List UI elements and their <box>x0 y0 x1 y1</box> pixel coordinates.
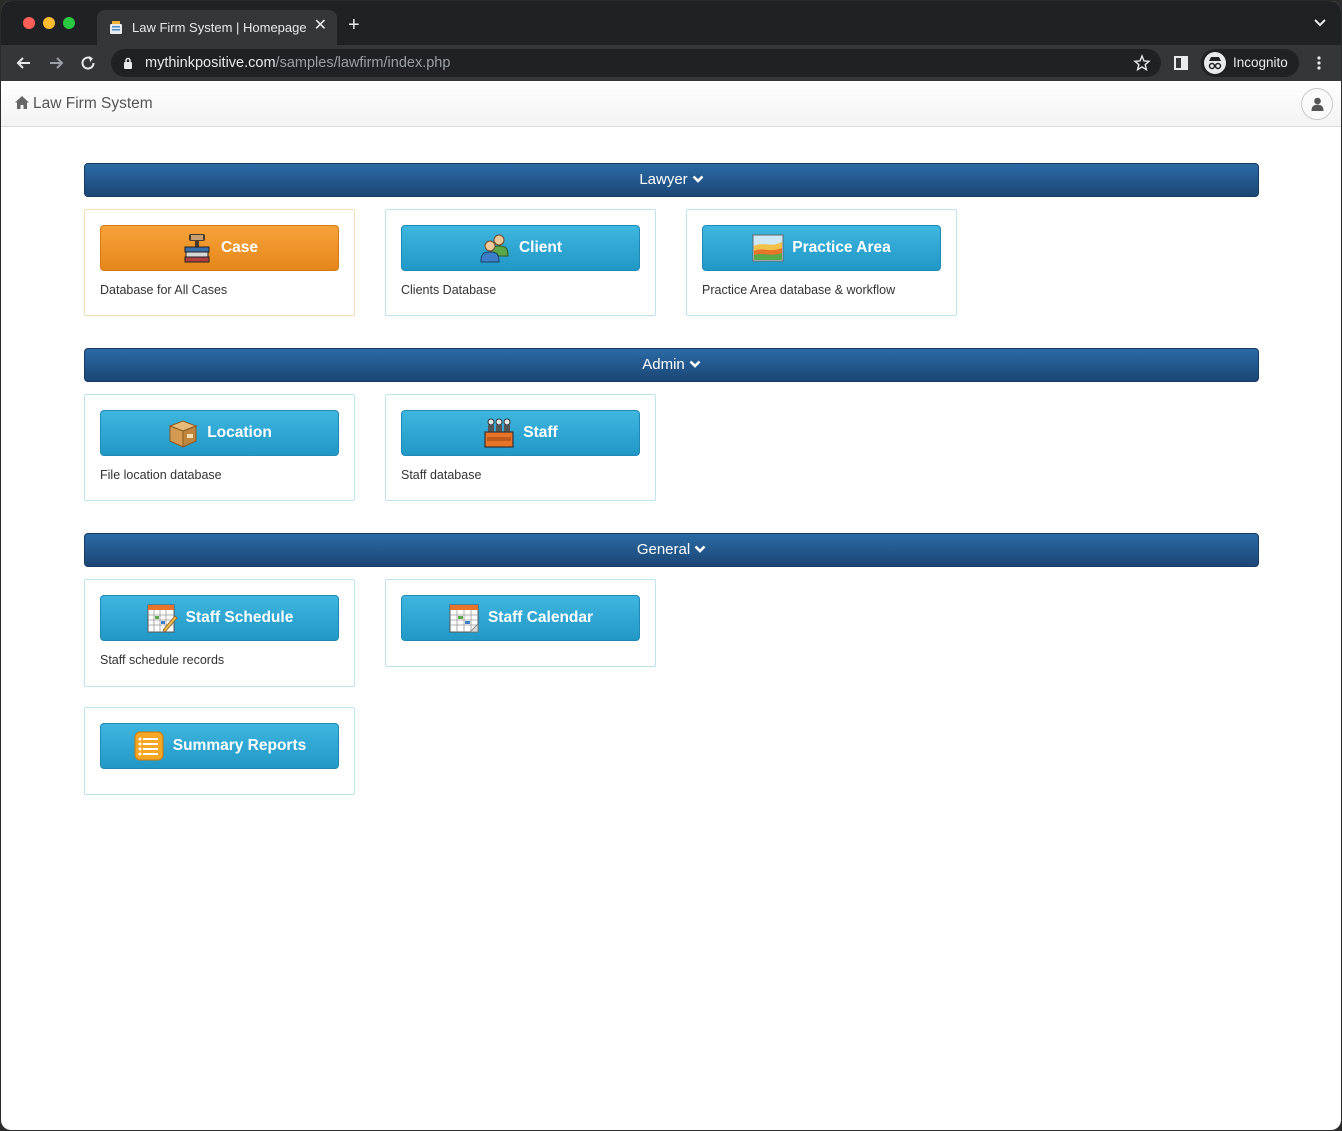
card-location: Location File location database <box>84 394 355 501</box>
section-title: General <box>636 541 691 558</box>
staff-calendar-button[interactable]: Staff Calendar <box>401 595 640 641</box>
card-client: Client Clients Database <box>385 209 656 316</box>
staff-calendar-button-label: Staff Calendar <box>487 609 594 626</box>
incognito-label: Incognito <box>1233 55 1288 70</box>
app-navbar: Law Firm System <box>1 81 1341 127</box>
chevron-down-icon <box>694 545 706 553</box>
home-icon[interactable] <box>14 95 30 110</box>
section-header-general[interactable]: General <box>84 533 1259 567</box>
card-description: File location database <box>100 468 222 482</box>
close-tab-icon[interactable]: ✕ <box>314 17 327 35</box>
section-header-lawyer[interactable]: Lawyer <box>84 163 1259 197</box>
url-path: /samples/lawfirm/index.php <box>275 55 451 71</box>
practice-area-button[interactable]: Practice Area <box>702 225 941 271</box>
gavel-books-icon <box>184 234 210 263</box>
brand-title[interactable]: Law Firm System <box>33 95 153 113</box>
bookmark-star-icon[interactable] <box>1133 54 1151 72</box>
case-button[interactable]: Case <box>100 225 339 271</box>
browser-window: Law Firm System | Homepage ✕ + mythinkpo… <box>1 1 1341 1130</box>
summary-reports-button-label: Summary Reports <box>172 737 307 754</box>
chevron-down-icon[interactable] <box>1313 18 1327 28</box>
maximize-window-button[interactable] <box>63 17 75 29</box>
minimize-window-button[interactable] <box>43 17 55 29</box>
card-description: Clients Database <box>401 283 497 297</box>
browser-tab-bar: Law Firm System | Homepage ✕ + <box>1 1 1341 45</box>
clients-icon <box>480 234 509 263</box>
card-description: Staff database <box>401 468 482 482</box>
back-arrow-icon[interactable] <box>14 53 34 73</box>
forward-arrow-icon[interactable] <box>46 53 66 73</box>
favicon-icon <box>110 21 122 34</box>
card-description: Database for All Cases <box>100 283 228 297</box>
client-button-label: Client <box>518 239 563 256</box>
section-header-admin[interactable]: Admin <box>84 348 1259 382</box>
card-description: Practice Area database & workflow <box>702 283 896 297</box>
staff-button[interactable]: Staff <box>401 410 640 456</box>
incognito-profile-button[interactable]: Incognito <box>1201 49 1299 77</box>
report-list-icon <box>134 731 164 761</box>
address-bar[interactable]: mythinkpositive.com/samples/lawfirm/inde… <box>111 49 1161 77</box>
browser-toolbar: mythinkpositive.com/samples/lawfirm/inde… <box>1 45 1341 81</box>
card-description: Staff schedule records <box>100 653 225 667</box>
location-button-label: Location <box>207 424 272 441</box>
card-staff: Staff Staff database <box>385 394 656 501</box>
card-staff-schedule: Staff Schedule Staff schedule records <box>84 579 355 687</box>
section-title: Admin <box>642 356 685 373</box>
more-menu-icon[interactable] <box>1311 55 1327 71</box>
new-tab-icon[interactable]: + <box>348 15 360 35</box>
card-staff-calendar: Staff Calendar <box>385 579 656 667</box>
staff-schedule-button[interactable]: Staff Schedule <box>100 595 339 641</box>
url-text: mythinkpositive.com/samples/lawfirm/inde… <box>145 55 450 71</box>
close-window-button[interactable] <box>23 17 35 29</box>
url-host: mythinkpositive.com <box>145 55 276 71</box>
browser-tab[interactable]: Law Firm System | Homepage ✕ <box>97 10 337 45</box>
lock-icon <box>124 57 132 69</box>
side-panel-icon[interactable] <box>1174 56 1188 70</box>
incognito-icon <box>1204 52 1226 74</box>
location-button[interactable]: Location <box>100 410 339 456</box>
section-title: Lawyer <box>639 171 688 188</box>
area-chart-icon <box>752 234 784 262</box>
card-practice-area: Practice Area Practice Area database & w… <box>686 209 957 316</box>
box-icon <box>168 420 198 448</box>
chevron-down-icon <box>692 175 704 183</box>
client-button[interactable]: Client <box>401 225 640 271</box>
summary-reports-button[interactable]: Summary Reports <box>100 723 339 769</box>
reload-icon[interactable] <box>78 53 98 73</box>
card-case: Case Database for All Cases <box>84 209 355 316</box>
staff-group-icon <box>484 418 514 448</box>
case-button-label: Case <box>220 239 259 256</box>
chevron-down-icon <box>689 360 701 368</box>
calendar-icon <box>449 604 479 633</box>
practice-area-button-label: Practice Area <box>792 239 891 256</box>
staff-button-label: Staff <box>523 424 558 441</box>
staff-schedule-button-label: Staff Schedule <box>185 609 294 626</box>
user-menu-button[interactable] <box>1301 88 1333 120</box>
card-summary-reports: Summary Reports <box>84 707 355 795</box>
tab-title: Law Firm System | Homepage <box>132 20 307 35</box>
user-icon <box>1311 97 1324 111</box>
schedule-icon <box>147 604 178 633</box>
